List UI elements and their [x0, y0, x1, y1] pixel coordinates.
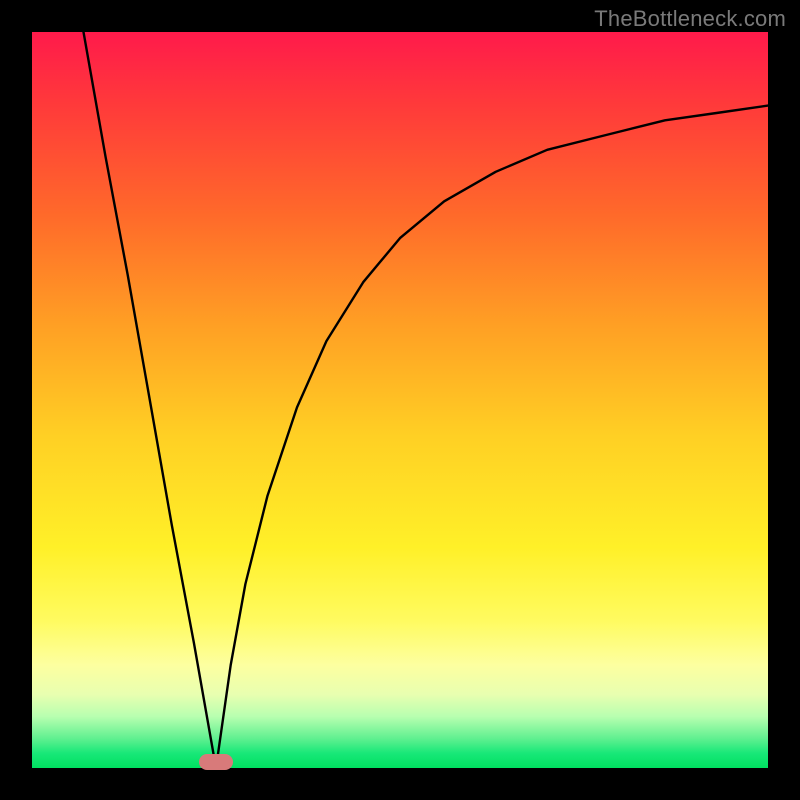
bottleneck-curve: [32, 32, 768, 768]
optimal-marker: [199, 754, 233, 770]
plot-area: [32, 32, 768, 768]
chart-frame: TheBottleneck.com: [0, 0, 800, 800]
watermark-text: TheBottleneck.com: [594, 6, 786, 32]
